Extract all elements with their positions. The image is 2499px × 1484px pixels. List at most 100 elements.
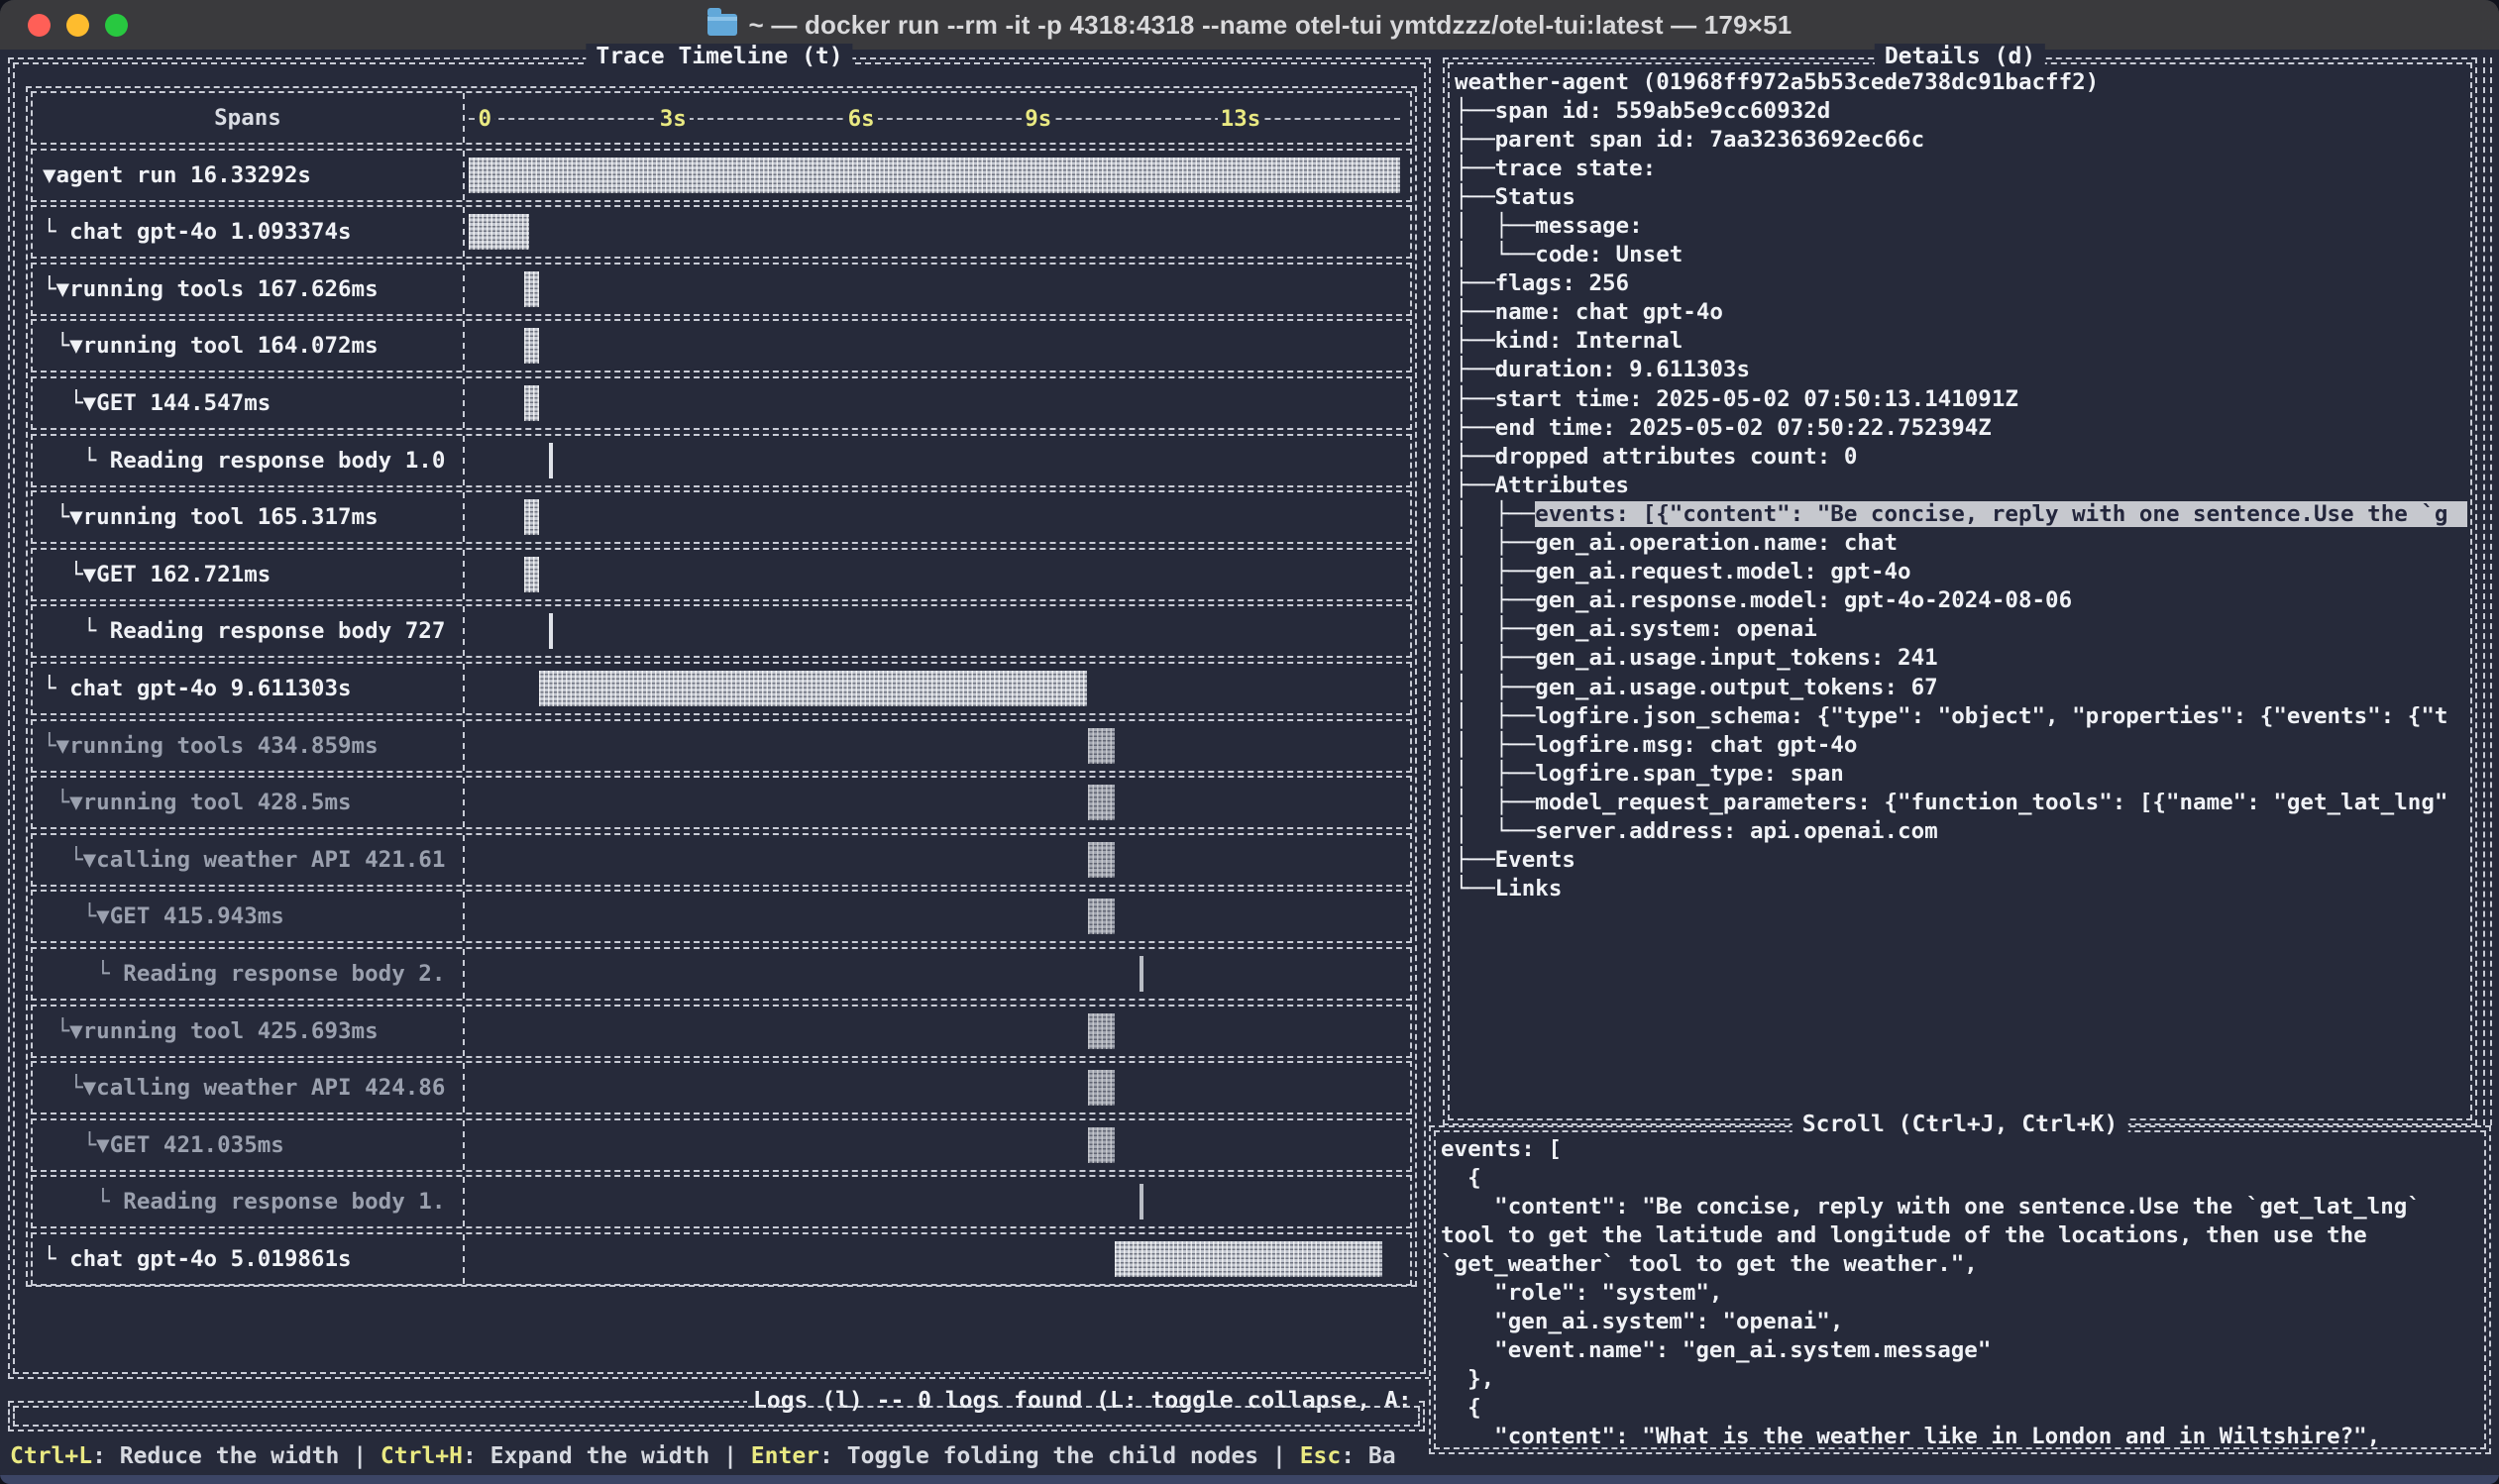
span-label: └▼GET 162.721ms <box>33 550 465 599</box>
details-line[interactable]: ├──trace state: <box>1455 154 2467 182</box>
details-tree: weather-agent (01968ff972a5b53cede738dc9… <box>1455 67 2467 1115</box>
span-table-header: Spans 03s6s9s13s <box>31 91 1412 145</box>
keybind-key: Enter <box>751 1443 819 1469</box>
span-duration-bar <box>524 499 539 535</box>
span-row[interactable]: └▼calling weather API 421.61 <box>31 833 1412 887</box>
details-line[interactable]: ├──name: chat gpt-4o <box>1455 298 2467 327</box>
span-label: └ Reading response body 1. <box>33 1177 465 1226</box>
trace-timeline-panel[interactable]: Trace Timeline (t) Spans 03s6s9s13s ▼age… <box>8 57 1431 1379</box>
span-label: └▼calling weather API 421.61 <box>33 835 465 885</box>
details-line[interactable]: │ └──server.address: api.openai.com <box>1455 816 2467 845</box>
details-line[interactable]: │ ├──gen_ai.usage.output_tokens: 67 <box>1455 673 2467 701</box>
span-duration-bar <box>539 671 1086 706</box>
span-label: └▼running tool 165.317ms <box>33 492 465 542</box>
span-row[interactable]: └▼GET 421.035ms <box>31 1118 1412 1172</box>
span-bar-cell <box>465 606 1410 656</box>
span-label: └ Reading response body 727 <box>33 606 465 656</box>
details-line[interactable]: ├──parent span id: 7aa32363692ec66c <box>1455 125 2467 154</box>
span-row[interactable]: └▼GET 415.943ms <box>31 890 1412 943</box>
details-line[interactable]: │ ├──gen_ai.response.model: gpt-4o-2024-… <box>1455 586 2467 615</box>
span-label: └▼GET 421.035ms <box>33 1120 465 1170</box>
zoom-button[interactable] <box>105 14 128 37</box>
span-row[interactable]: └ chat gpt-4o 9.611303s <box>31 662 1412 715</box>
span-row[interactable]: └ Reading response body 2. <box>31 947 1412 1001</box>
trace-timeline-title: Trace Timeline (t) <box>586 44 852 69</box>
details-line[interactable]: ├──Status <box>1455 182 2467 211</box>
span-row[interactable]: └ Reading response body 727 <box>31 604 1412 658</box>
scroll-panel-title: Scroll (Ctrl+J, Ctrl+K) <box>1793 1112 2128 1137</box>
keybind-key: Ctrl+L <box>10 1443 92 1469</box>
span-label: └▼running tools 434.859ms <box>33 721 465 771</box>
span-duration-bar <box>524 557 539 592</box>
details-line[interactable]: ├──Attributes <box>1455 471 2467 499</box>
details-line[interactable]: ├──end time: 2025-05-02 07:50:22.752394Z <box>1455 413 2467 442</box>
details-line-selected[interactable]: │ ├──events: [{"content": "Be concise, r… <box>1455 499 2467 528</box>
selected-attribute-text: events: [{"content": "Be concise, reply … <box>1535 501 2467 527</box>
span-label: └ Reading response body 2. <box>33 949 465 999</box>
span-duration-bar <box>524 328 539 364</box>
details-line[interactable]: ├──flags: 256 <box>1455 269 2467 298</box>
details-line[interactable]: │ ├──gen_ai.operation.name: chat <box>1455 529 2467 558</box>
details-line[interactable]: │ ├──logfire.span_type: span <box>1455 759 2467 788</box>
span-row[interactable]: └▼GET 162.721ms <box>31 548 1412 601</box>
minimize-button[interactable] <box>66 14 89 37</box>
close-button[interactable] <box>28 14 51 37</box>
span-bar-cell <box>465 151 1410 200</box>
logs-panel-title: Logs (l) -- 0 logs found (L: toggle coll… <box>747 1388 1418 1414</box>
traffic-lights <box>28 0 128 50</box>
span-row[interactable]: └▼running tools 167.626ms <box>31 263 1412 316</box>
scroll-line: }, <box>1441 1366 2481 1395</box>
span-label: └ chat gpt-4o 5.019861s <box>33 1234 465 1284</box>
logs-panel[interactable]: Logs (l) -- 0 logs found (L: toggle coll… <box>8 1401 1425 1431</box>
span-row[interactable]: └▼calling weather API 424.86 <box>31 1061 1412 1114</box>
details-line[interactable]: ├──dropped attributes count: 0 <box>1455 442 2467 471</box>
span-row[interactable]: └▼running tool 428.5ms <box>31 776 1412 829</box>
span-label: └▼running tool 428.5ms <box>33 778 465 827</box>
scroll-panel[interactable]: Scroll (Ctrl+J, Ctrl+K) events: [ { "con… <box>1429 1125 2491 1454</box>
span-row[interactable]: └ Reading response body 1. <box>31 1175 1412 1228</box>
span-bar-cell <box>465 1177 1410 1226</box>
span-row[interactable]: └ chat gpt-4o 5.019861s <box>31 1232 1412 1286</box>
details-scrollbar-track[interactable] <box>2483 57 2492 1125</box>
span-duration-bar <box>524 271 539 307</box>
details-panel[interactable]: Details (d) weather-agent (01968ff972a5b… <box>1443 57 2477 1125</box>
span-table: Spans 03s6s9s13s ▼agent run 16.33292s└ c… <box>26 86 1417 1287</box>
span-bar-cell <box>465 721 1410 771</box>
scroll-line: events: [ <box>1441 1136 2481 1165</box>
details-line[interactable]: └──Links <box>1455 875 2467 903</box>
span-row[interactable]: ▼agent run 16.33292s <box>31 149 1412 202</box>
details-line[interactable]: │ ├──gen_ai.usage.input_tokens: 241 <box>1455 644 2467 673</box>
details-line[interactable]: │ ├──gen_ai.request.model: gpt-4o <box>1455 558 2467 586</box>
scroll-line: "content": "What is the weather like in … <box>1441 1424 2481 1446</box>
span-duration-bar <box>1088 1070 1116 1106</box>
span-label: └▼running tool 164.072ms <box>33 321 465 371</box>
details-line[interactable]: │ ├──model_request_parameters: {"functio… <box>1455 788 2467 816</box>
span-bar-cell <box>465 492 1410 542</box>
keybind-key: Ctrl+H <box>380 1443 463 1469</box>
axis-tick: 9s <box>1022 104 1054 134</box>
span-row[interactable]: └ Reading response body 1.0 <box>31 434 1412 487</box>
span-duration-bar <box>524 385 539 421</box>
window-bottom-edge <box>0 1475 2499 1484</box>
span-row[interactable]: └▼GET 144.547ms <box>31 376 1412 430</box>
scroll-line: tool to get the latitude and longitude o… <box>1441 1222 2481 1251</box>
details-line[interactable]: ├──kind: Internal <box>1455 327 2467 356</box>
details-line[interactable]: ├──Events <box>1455 846 2467 875</box>
details-line[interactable]: ├──duration: 9.611303s <box>1455 356 2467 384</box>
details-line[interactable]: ├──span id: 559ab5e9cc60932d <box>1455 96 2467 125</box>
span-row[interactable]: └ chat gpt-4o 1.093374s <box>31 205 1412 259</box>
span-label: └ Reading response body 1.0 <box>33 436 465 485</box>
spans-column-header: Spans <box>33 93 465 143</box>
span-row[interactable]: └▼running tool 164.072ms <box>31 319 1412 372</box>
span-row[interactable]: └▼running tool 165.317ms <box>31 490 1412 544</box>
details-line[interactable]: │ ├──message: <box>1455 211 2467 240</box>
details-line[interactable]: │ ├──logfire.msg: chat gpt-4o <box>1455 730 2467 759</box>
span-bar-cell <box>465 1234 1410 1284</box>
details-line[interactable]: weather-agent (01968ff972a5b53cede738dc9… <box>1455 67 2467 96</box>
details-line[interactable]: ├──start time: 2025-05-02 07:50:13.14109… <box>1455 384 2467 413</box>
span-row[interactable]: └▼running tools 434.859ms <box>31 719 1412 773</box>
details-line[interactable]: │ └──code: Unset <box>1455 241 2467 269</box>
span-row[interactable]: └▼running tool 425.693ms <box>31 1005 1412 1058</box>
details-line[interactable]: │ ├──logfire.json_schema: {"type": "obje… <box>1455 701 2467 730</box>
details-line[interactable]: │ ├──gen_ai.system: openai <box>1455 615 2467 644</box>
